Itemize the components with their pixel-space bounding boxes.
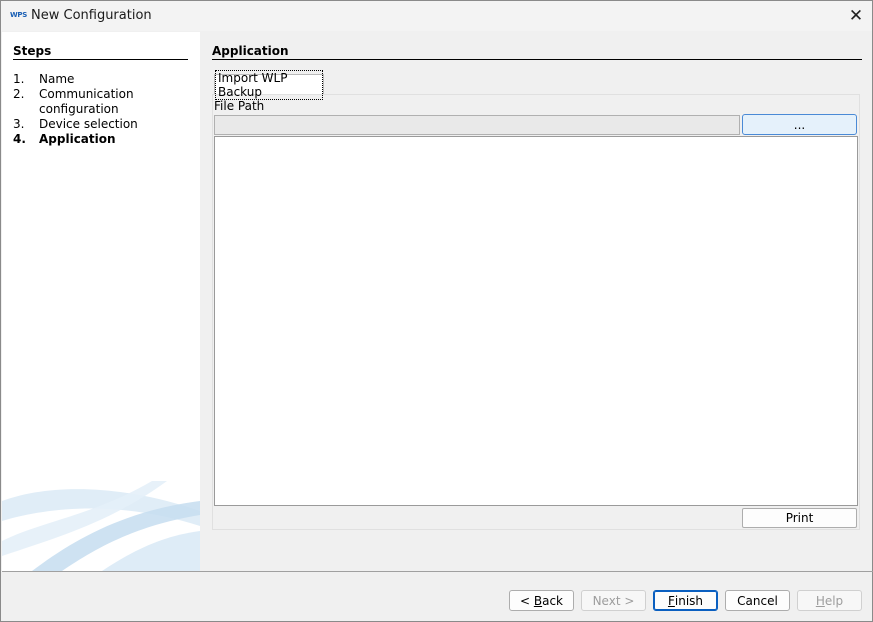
footer-divider	[2, 571, 873, 572]
section-title: Application	[212, 44, 862, 60]
finish-button[interactable]: Finish	[653, 590, 718, 611]
browse-button[interactable]: ...	[742, 114, 857, 135]
back-mnemonic: B	[533, 593, 543, 608]
step-number: 1.	[13, 72, 25, 86]
finish-rest: inish	[674, 593, 704, 608]
cancel-button[interactable]: Cancel	[725, 590, 790, 611]
step-number: 2.	[13, 87, 25, 101]
step-number: 4.	[13, 132, 26, 146]
new-configuration-dialog: WPS New Configuration ✕ Steps 1. Name 2.…	[0, 0, 873, 622]
step-label: Name	[39, 72, 75, 86]
close-button[interactable]: ✕	[840, 1, 872, 31]
wps-app-icon: WPS	[10, 11, 27, 19]
help-rest: elp	[824, 593, 844, 608]
help-mnemonic: H	[815, 593, 825, 608]
back-prefix: <	[519, 593, 534, 608]
steps-title: Steps	[13, 44, 188, 60]
print-button[interactable]: Print	[742, 508, 857, 528]
step-label: Communication configuration	[39, 87, 134, 116]
close-icon: ✕	[848, 6, 864, 26]
back-button[interactable]: < Back	[509, 590, 574, 611]
file-path-label: File Path	[214, 99, 265, 113]
window-title: New Configuration	[31, 8, 152, 23]
next-button[interactable]: Next >	[581, 590, 646, 611]
step-label: Application	[39, 132, 116, 146]
steps-panel: Steps 1. Name 2. Communication configura…	[2, 32, 200, 571]
output-text-area[interactable]	[214, 136, 858, 506]
finish-mnemonic: F	[667, 593, 675, 608]
back-rest: ack	[542, 593, 563, 608]
tab-label: Import WLP Backup	[215, 69, 323, 100]
step-label: Device selection	[39, 117, 138, 131]
help-button[interactable]: Help	[797, 590, 862, 611]
tab-import-wlp-backup[interactable]: Import WLP Backup	[214, 69, 324, 100]
step-number: 3.	[13, 117, 25, 131]
decorative-swoosh-graphic	[2, 481, 200, 571]
title-bar: WPS New Configuration ✕	[1, 1, 872, 31]
file-path-input[interactable]	[214, 115, 740, 135]
